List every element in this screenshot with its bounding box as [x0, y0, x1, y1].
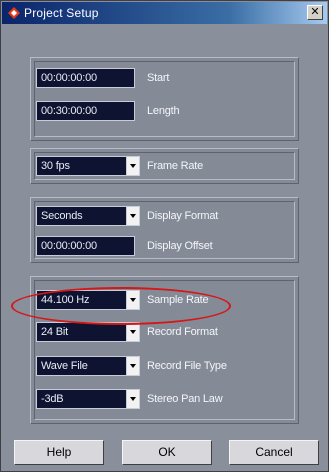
display-offset-field[interactable]: 00:00:00:00: [36, 236, 135, 256]
record-file-type-value: Wave File: [41, 360, 88, 372]
stereo-pan-law-label: Stereo Pan Law: [147, 393, 223, 405]
window-title: Project Setup: [24, 6, 99, 20]
length-field[interactable]: 00:30:00:00: [36, 101, 135, 121]
frame-rate-label: Frame Rate: [147, 160, 204, 172]
sample-rate-value: 44.100 Hz: [41, 294, 90, 306]
project-setup-dialog: Project Setup ✕ 00:00:00:00 Start 00:30:…: [0, 0, 329, 472]
start-label: Start: [147, 72, 170, 84]
cancel-button[interactable]: Cancel: [229, 440, 319, 465]
record-format-select[interactable]: 24 Bit: [36, 322, 140, 342]
record-format-label: Record Format: [147, 326, 218, 338]
chevron-down-icon[interactable]: [126, 291, 139, 309]
chevron-down-icon[interactable]: [126, 157, 139, 175]
sample-rate-select[interactable]: 44.100 Hz: [36, 290, 140, 310]
display-group: Seconds Display Format 00:00:00:00 Displ…: [30, 197, 299, 263]
frame-rate-group: 30 fps Frame Rate: [30, 148, 299, 184]
chevron-down-icon[interactable]: [126, 357, 139, 375]
display-format-value: Seconds: [41, 210, 83, 222]
chevron-down-icon[interactable]: [126, 390, 139, 408]
start-field[interactable]: 00:00:00:00: [36, 68, 135, 88]
frame-rate-value: 30 fps: [41, 160, 70, 172]
display-format-label: Display Format: [147, 210, 219, 222]
help-button[interactable]: Help: [14, 440, 104, 465]
record-file-type-select[interactable]: Wave File: [36, 356, 140, 376]
display-offset-label: Display Offset: [147, 240, 213, 252]
sample-rate-label: Sample Rate: [147, 294, 209, 306]
app-diamond-icon: [8, 7, 20, 19]
ok-button[interactable]: OK: [122, 440, 212, 465]
close-icon: ✕: [310, 6, 320, 18]
frame-rate-select[interactable]: 30 fps: [36, 156, 140, 176]
chevron-down-icon[interactable]: [126, 207, 139, 225]
start-length-group: 00:00:00:00 Start 00:30:00:00 Length: [30, 57, 299, 141]
title-bar[interactable]: Project Setup ✕: [2, 2, 327, 24]
record-file-type-label: Record File Type: [147, 360, 227, 372]
stereo-pan-law-value: -3dB: [41, 393, 64, 405]
length-label: Length: [147, 105, 180, 117]
recording-group: 44.100 Hz Sample Rate 24 Bit Record Form…: [30, 276, 299, 424]
stereo-pan-law-select[interactable]: -3dB: [36, 389, 140, 409]
display-format-select[interactable]: Seconds: [36, 206, 140, 226]
close-button[interactable]: ✕: [307, 5, 323, 20]
record-format-value: 24 Bit: [41, 326, 68, 338]
chevron-down-icon[interactable]: [126, 323, 139, 341]
